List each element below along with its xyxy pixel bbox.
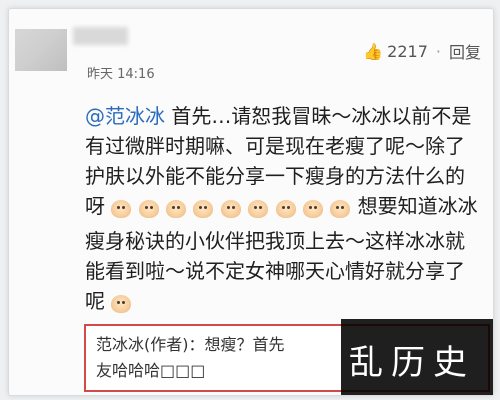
text-line: 有过微胖时期嘛、可是现在老瘦了呢～除了 [85, 134, 465, 158]
text-span: 呀 [85, 194, 105, 218]
laugh-emoji-icon [166, 200, 187, 218]
username-blur [73, 27, 128, 45]
action-separator: · [435, 41, 441, 61]
laugh-emoji-icon [111, 200, 132, 218]
like-count: 2217 [387, 41, 428, 61]
reply-button[interactable]: 回复 [449, 39, 481, 63]
text-line: 呢 [85, 286, 495, 321]
watermark-text: 乱历史 [349, 343, 475, 383]
reply-author[interactable]: 范冰冰(作者) [96, 335, 189, 354]
comment-time: 昨天 14:16 [87, 67, 155, 82]
comment-actions: 👍 2217 · 回复 [363, 39, 481, 63]
text-span: 想要知道冰冰 [357, 194, 478, 218]
laugh-emoji-icon [138, 200, 159, 218]
comment-text: @范冰冰 首先…请恕我冒昧～冰冰以前不是 有过微胖时期嘛、可是现在老瘦了呢～除了… [85, 101, 495, 321]
reply-text: ：想瘦？首先 [188, 335, 285, 354]
laugh-emoji-icon [330, 200, 351, 218]
text-line: 瘦身秘诀的小伙伴把我顶上去～这样冰冰就 [85, 229, 465, 253]
emoji-row [111, 291, 132, 321]
laugh-emoji-icon [275, 200, 296, 218]
mention-link[interactable]: @范冰冰 [85, 104, 165, 128]
comment-card: 昨天 14:16 👍 2217 · 回复 @范冰冰 首先…请恕我冒昧～冰冰以前不… [8, 8, 494, 396]
text-span: 首先…请恕我冒昧～冰冰以前不是 [165, 104, 472, 128]
laugh-emoji-icon [302, 200, 323, 218]
thumbs-up-icon[interactable]: 👍 [363, 42, 383, 61]
emoji-row [111, 196, 351, 226]
laugh-emoji-icon [111, 295, 132, 313]
text-line: 护肤以外能不能分享一下瘦身的方法什么的 [85, 164, 465, 188]
laugh-emoji-icon [193, 200, 214, 218]
text-span: 呢 [85, 289, 105, 313]
text-line: 呀 想要知道冰冰 [85, 191, 495, 226]
text-line: @范冰冰 首先…请恕我冒昧～冰冰以前不是 [85, 101, 495, 131]
avatar[interactable] [15, 29, 67, 71]
laugh-emoji-icon [248, 200, 269, 218]
text-line: 能看到啦～说不定女神哪天心情好就分享了 [85, 259, 465, 283]
laugh-emoji-icon [220, 200, 241, 218]
